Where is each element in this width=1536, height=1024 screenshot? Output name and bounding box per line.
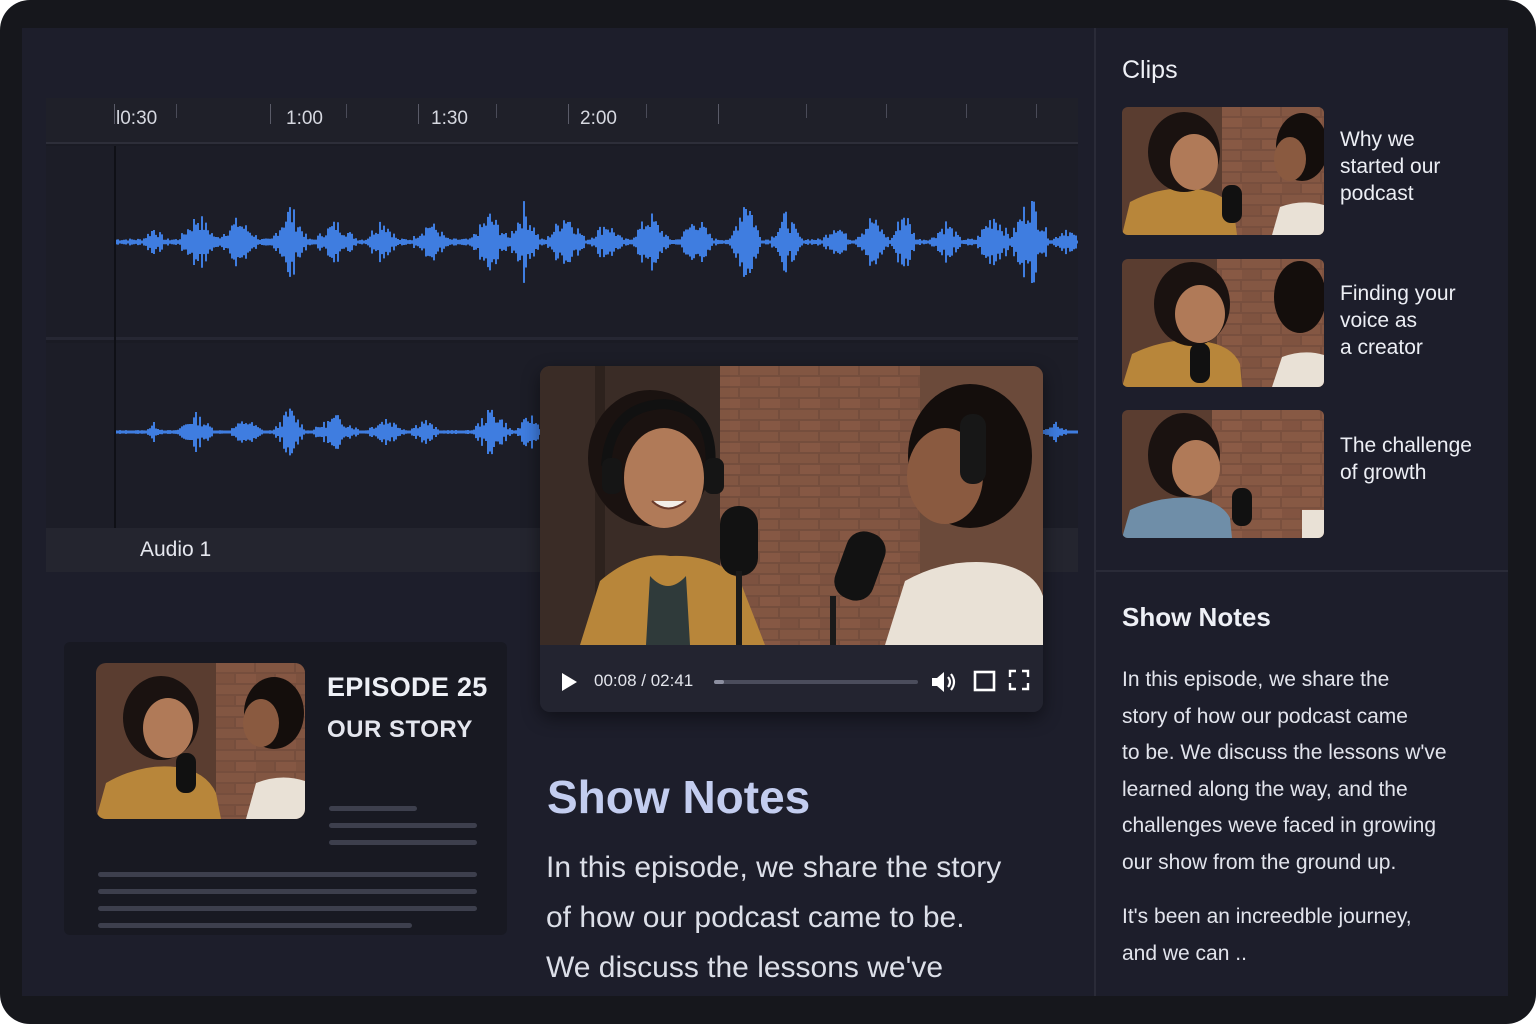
clip-thumbnail[interactable] <box>1122 410 1324 538</box>
sidebar-notes-line: story of how our podcast came <box>1122 704 1408 728</box>
clip-title-line: started our <box>1340 155 1441 178</box>
ruler-label: 2:00 <box>580 108 617 129</box>
placeholder-line <box>98 872 477 877</box>
ruler-tick <box>568 104 569 124</box>
placeholder-line <box>98 923 412 928</box>
ruler-tick <box>346 104 347 118</box>
ruler-tick <box>418 104 419 124</box>
placeholder-line <box>98 889 477 894</box>
sidebar-notes-line: and we can .. <box>1122 942 1247 965</box>
sidebar-notes-line: to be. We discuss the lessons w've <box>1122 741 1447 765</box>
sidebar-show-notes-body-continued: It's been an increedble journey, and we … <box>1122 898 1502 972</box>
ruler-tick <box>270 104 271 124</box>
ruler-tick <box>1036 104 1037 118</box>
placeholder-line <box>329 840 477 845</box>
show-notes-line: In this episode, we share the story <box>546 851 1002 884</box>
show-notes-line: We discuss the lessons we've <box>546 951 944 984</box>
video-frame[interactable] <box>540 366 1043 645</box>
ruler-label: l0:30 <box>116 108 158 129</box>
fullscreen-icon[interactable] <box>1008 669 1030 691</box>
clip-title-line: Why we <box>1340 128 1415 151</box>
ruler-tick <box>496 104 497 118</box>
ruler-tick <box>114 104 115 124</box>
progress-fill <box>714 680 725 684</box>
ruler-tick <box>718 104 719 124</box>
episode-thumbnail[interactable] <box>96 663 305 819</box>
sidebar-show-notes-heading: Show Notes <box>1122 602 1271 632</box>
ruler-label: 1:30 <box>431 108 468 129</box>
clip-thumbnail[interactable] <box>1122 107 1324 235</box>
clip-title: Finding your voice as a creator <box>1340 280 1500 361</box>
ruler-tick <box>966 104 967 118</box>
clip-thumbnail[interactable] <box>1122 259 1324 387</box>
episode-number: EPISODE 25 <box>327 672 488 702</box>
clips-heading: Clips <box>1122 56 1178 84</box>
clip-title: Why we started our podcast <box>1340 126 1500 207</box>
ruler-label: 1:00 <box>286 108 323 129</box>
sidebar-section-divider <box>1096 570 1508 572</box>
clip-title-line: of growth <box>1340 461 1427 484</box>
clip-title-line: The challenge <box>1340 434 1472 457</box>
show-notes-heading: Show Notes <box>547 771 811 823</box>
waveform[interactable] <box>46 146 1078 340</box>
clip-item[interactable]: The challenge of growth <box>1122 410 1502 540</box>
ruler-tick <box>646 104 647 118</box>
ruler-tick <box>886 104 887 118</box>
sidebar-notes-line: challenges weve faced in growing <box>1122 814 1437 838</box>
show-notes-line: of how our podcast came to be. <box>546 901 965 934</box>
device-frame: l0:30 1:00 1:30 2:00 Audio 1 00:08 / 02:… <box>0 0 1536 1024</box>
episode-card[interactable]: EPISODE 25 OUR STORY <box>64 642 507 935</box>
volume-icon[interactable] <box>930 669 958 695</box>
audio-track-1[interactable] <box>46 146 1078 340</box>
clip-title-line: podcast <box>1340 182 1414 205</box>
placeholder-line <box>329 823 477 828</box>
clip-item[interactable]: Finding your voice as a creator <box>1122 259 1502 389</box>
sidebar-show-notes-body: In this episode, we share the story of h… <box>1122 662 1502 882</box>
clip-item[interactable]: Why we started our podcast <box>1122 107 1502 237</box>
placeholder-line <box>98 906 477 911</box>
player-controls: 00:08 / 02:41 <box>540 645 1043 712</box>
clip-title-line: voice as <box>1340 309 1418 332</box>
progress-bar[interactable] <box>714 680 918 684</box>
square-icon[interactable] <box>973 669 997 693</box>
playhead[interactable] <box>114 146 116 528</box>
time-ruler[interactable]: l0:30 1:00 1:30 2:00 <box>46 98 1078 144</box>
sidebar-notes-line: In this episode, we share the <box>1122 668 1390 691</box>
placeholder-line <box>329 806 417 811</box>
play-icon[interactable] <box>558 671 580 693</box>
track-label: Audio 1 <box>140 538 212 561</box>
ruler-tick <box>176 104 177 118</box>
video-player[interactable]: 00:08 / 02:41 <box>540 366 1043 712</box>
sidebar-notes-line: our show from the ground up. <box>1122 850 1397 874</box>
sidebar-divider <box>1094 28 1096 996</box>
app-screen: l0:30 1:00 1:30 2:00 Audio 1 00:08 / 02:… <box>22 28 1508 996</box>
clip-title-line: a creator <box>1340 336 1423 359</box>
show-notes-body: In this episode, we share the story of h… <box>546 843 1066 993</box>
sidebar-notes-line: It's been an increedble journey, <box>1122 905 1412 928</box>
playback-time: 00:08 / 02:41 <box>594 671 694 690</box>
ruler-tick <box>806 104 807 118</box>
clip-title-line: Finding your <box>1340 282 1456 305</box>
clip-title: The challenge of growth <box>1340 432 1500 486</box>
episode-title: OUR STORY <box>327 716 473 743</box>
sidebar-notes-line: learned along the way, and the <box>1122 777 1408 801</box>
